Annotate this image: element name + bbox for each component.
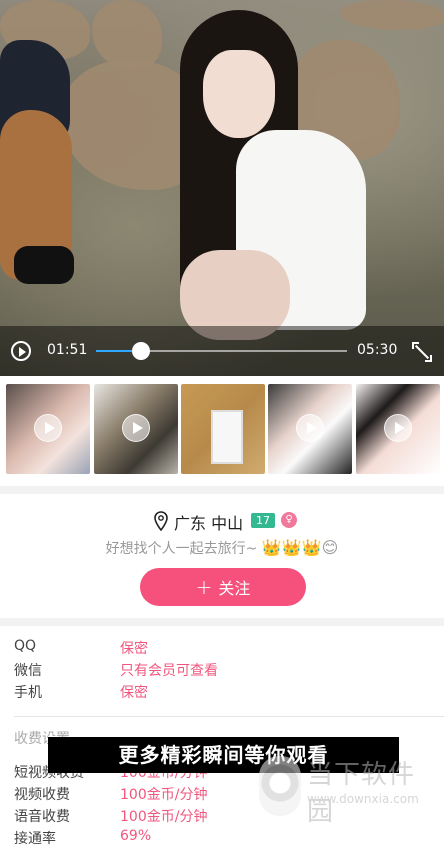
contact-label: 手机 <box>14 685 42 701</box>
thumbnail-item[interactable] <box>181 384 265 474</box>
contact-row: 微信 只有会员可查看 <box>14 660 434 680</box>
play-icon <box>122 414 150 442</box>
thumbnail-item[interactable] <box>6 384 90 474</box>
video-player[interactable]: 01:51 05:30 <box>0 0 444 376</box>
shoe-shape <box>14 246 74 284</box>
contact-row: QQ 保密 <box>14 638 434 658</box>
follow-label: 关注 <box>218 579 251 598</box>
contact-value: 保密 <box>120 641 148 657</box>
watermark-name: 当下软件园 <box>307 760 416 827</box>
fee-value: 69% <box>120 828 152 844</box>
contact-value[interactable]: 只有会员可查看 <box>120 660 218 680</box>
female-icon: ♀ <box>281 512 297 528</box>
plus-icon: + <box>195 575 213 599</box>
fee-label: 视频收费 <box>14 787 70 803</box>
section-separator <box>0 486 444 494</box>
play-icon <box>296 414 324 442</box>
thumbnail-item[interactable] <box>356 384 440 474</box>
photo-card <box>211 410 243 464</box>
location-pin-icon <box>154 511 168 531</box>
thumbnail-strip <box>0 384 444 474</box>
play-icon[interactable] <box>11 341 31 361</box>
fee-value: 100金币/分钟 <box>120 787 208 803</box>
contact-label: QQ <box>14 638 37 654</box>
contact-row: 手机 保密 <box>14 682 434 702</box>
bio-emojis: 👑👑👑😊 <box>261 538 339 557</box>
location-text: 广东 中山 <box>174 514 244 533</box>
fee-label: 接通率 <box>14 831 56 847</box>
progress-thumb[interactable] <box>132 342 151 360</box>
fee-label: 语音收费 <box>14 809 70 825</box>
current-time: 01:51 <box>47 342 88 358</box>
divider <box>14 716 444 717</box>
bio-text: 好想找个人一起去旅行~ <box>105 541 258 557</box>
watermark-logo-icon <box>259 756 301 816</box>
contact-label: 微信 <box>14 663 42 679</box>
fullscreen-icon[interactable] <box>412 342 432 362</box>
section-separator <box>0 618 444 626</box>
fee-row: 接通率 69% <box>14 828 434 848</box>
face-shape <box>203 50 275 138</box>
thumbnail-item[interactable] <box>94 384 178 474</box>
fee-value: 100金币/分钟 <box>120 809 208 825</box>
watermark: 当下软件园 www.downxia.com <box>259 752 439 827</box>
play-icon <box>34 414 62 442</box>
age-badge: 17 <box>251 513 275 528</box>
thumbnail-item[interactable] <box>268 384 352 474</box>
watermark-url: www.downxia.com <box>307 792 419 806</box>
follow-button[interactable]: + 关注 <box>140 568 306 606</box>
location-row: 广东 中山 17 ♀ <box>0 510 444 533</box>
contact-value: 保密 <box>120 685 148 701</box>
total-time: 05:30 <box>357 342 398 358</box>
bio: 好想找个人一起去旅行~ 👑👑👑😊 <box>0 538 444 558</box>
play-icon <box>384 414 412 442</box>
player-controls: 01:51 05:30 <box>0 326 444 376</box>
